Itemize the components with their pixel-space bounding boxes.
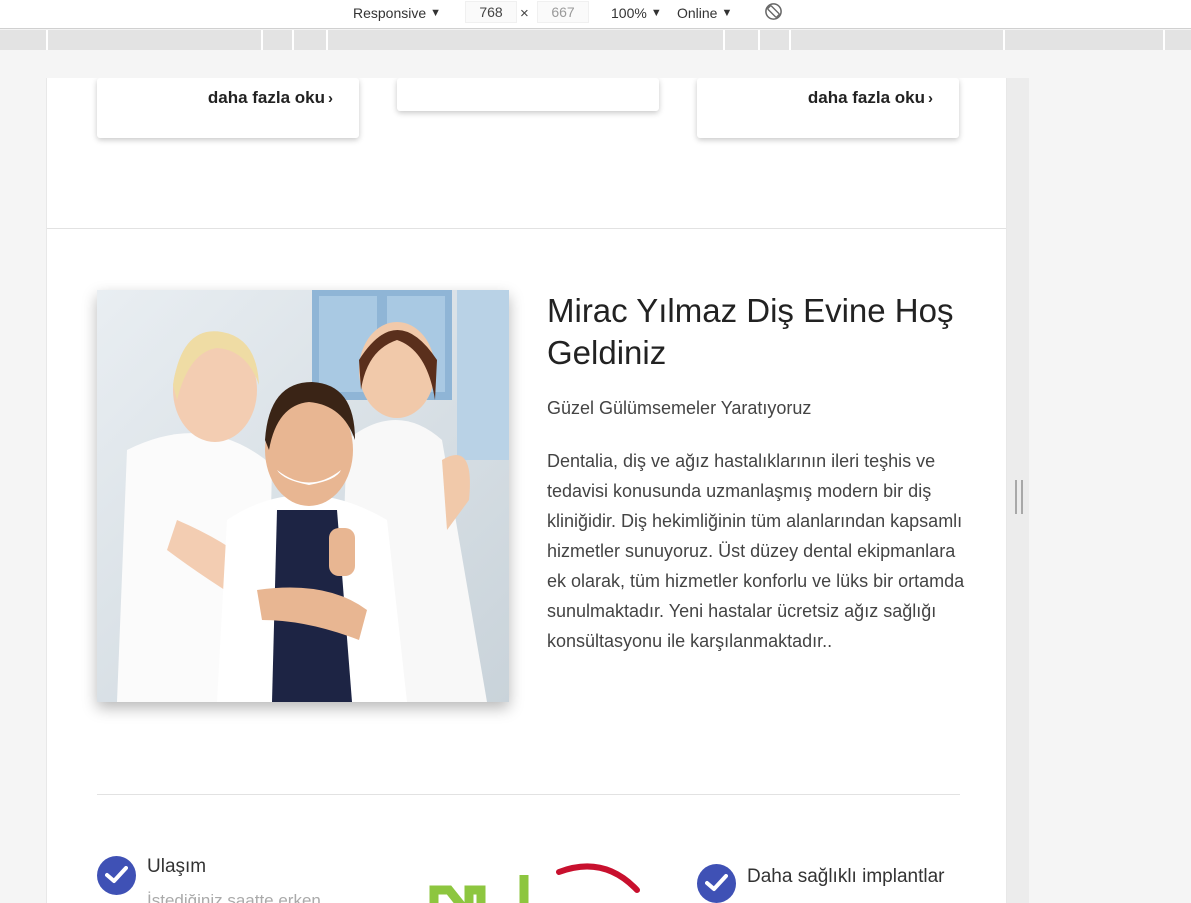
clinic-logo-fragment xyxy=(429,863,640,903)
feature-title-access: Ulaşım xyxy=(147,856,207,877)
feature-description-access: İstediğiniz saatte erken xyxy=(147,891,321,903)
section-divider xyxy=(47,228,1006,229)
rotate-icon[interactable] xyxy=(764,2,783,21)
service-card-middle xyxy=(397,78,659,111)
dental-team-photo xyxy=(97,290,509,702)
ruler-segment[interactable] xyxy=(758,30,760,50)
resize-handle[interactable] xyxy=(1015,480,1023,514)
welcome-title: Mirac Yılmaz Diş Evine Hoş Geldiniz xyxy=(547,292,954,371)
read-more-label: daha fazla oku xyxy=(807,88,925,107)
read-more-label: daha fazla oku xyxy=(207,88,325,107)
ruler-segment[interactable] xyxy=(1003,30,1005,50)
dropdown-arrow-icon: ▼ xyxy=(650,7,662,19)
zoom-select-label: 100% xyxy=(611,5,647,21)
dropdown-arrow-icon: ▼ xyxy=(430,7,442,19)
device-toolbar: Responsive ▼ 768 × 667 100% ▼ Online ▼ xyxy=(0,0,1191,29)
ruler-segment[interactable] xyxy=(1163,30,1165,50)
times-icon: × xyxy=(520,5,529,22)
ruler-segment[interactable] xyxy=(789,30,791,50)
ruler-segment[interactable] xyxy=(261,30,263,50)
media-query-ruler[interactable] xyxy=(0,30,1191,50)
ruler-segment[interactable] xyxy=(723,30,725,50)
chevron-right-icon: › xyxy=(928,90,933,107)
device-select[interactable]: Responsive ▼ xyxy=(353,3,441,23)
ruler-segment[interactable] xyxy=(46,30,48,50)
feature-title-implants: Daha sağlıklı implantlar xyxy=(747,866,945,887)
read-more-link-left[interactable]: daha fazla oku › xyxy=(208,88,333,108)
ruler-segment[interactable] xyxy=(292,30,294,50)
welcome-subtitle: Güzel Gülümsemeler Yaratıyoruz xyxy=(547,398,812,418)
network-throttle-select[interactable]: Online ▼ xyxy=(677,3,732,23)
device-viewport: daha fazla oku › daha fazla oku › Mirac … xyxy=(0,50,1191,903)
section-divider xyxy=(97,794,960,795)
ruler-segment[interactable] xyxy=(326,30,328,50)
check-circle-icon xyxy=(97,856,136,895)
height-input[interactable]: 667 xyxy=(537,1,589,23)
service-card-left: daha fazla oku › xyxy=(97,78,359,138)
chevron-right-icon: › xyxy=(328,90,333,107)
welcome-description: Dentalia, diş ve ağız hastalıklarının il… xyxy=(547,451,965,651)
check-circle-icon xyxy=(697,864,736,903)
dropdown-arrow-icon: ▼ xyxy=(721,7,733,19)
width-input[interactable]: 768 xyxy=(465,1,517,23)
network-select-label: Online xyxy=(677,5,718,21)
zoom-select[interactable]: 100% ▼ xyxy=(611,3,662,23)
web-page: daha fazla oku › daha fazla oku › Mirac … xyxy=(46,78,1007,903)
read-more-link-right[interactable]: daha fazla oku › xyxy=(808,88,933,108)
device-select-label: Responsive xyxy=(353,5,427,21)
service-card-right: daha fazla oku › xyxy=(697,78,959,138)
